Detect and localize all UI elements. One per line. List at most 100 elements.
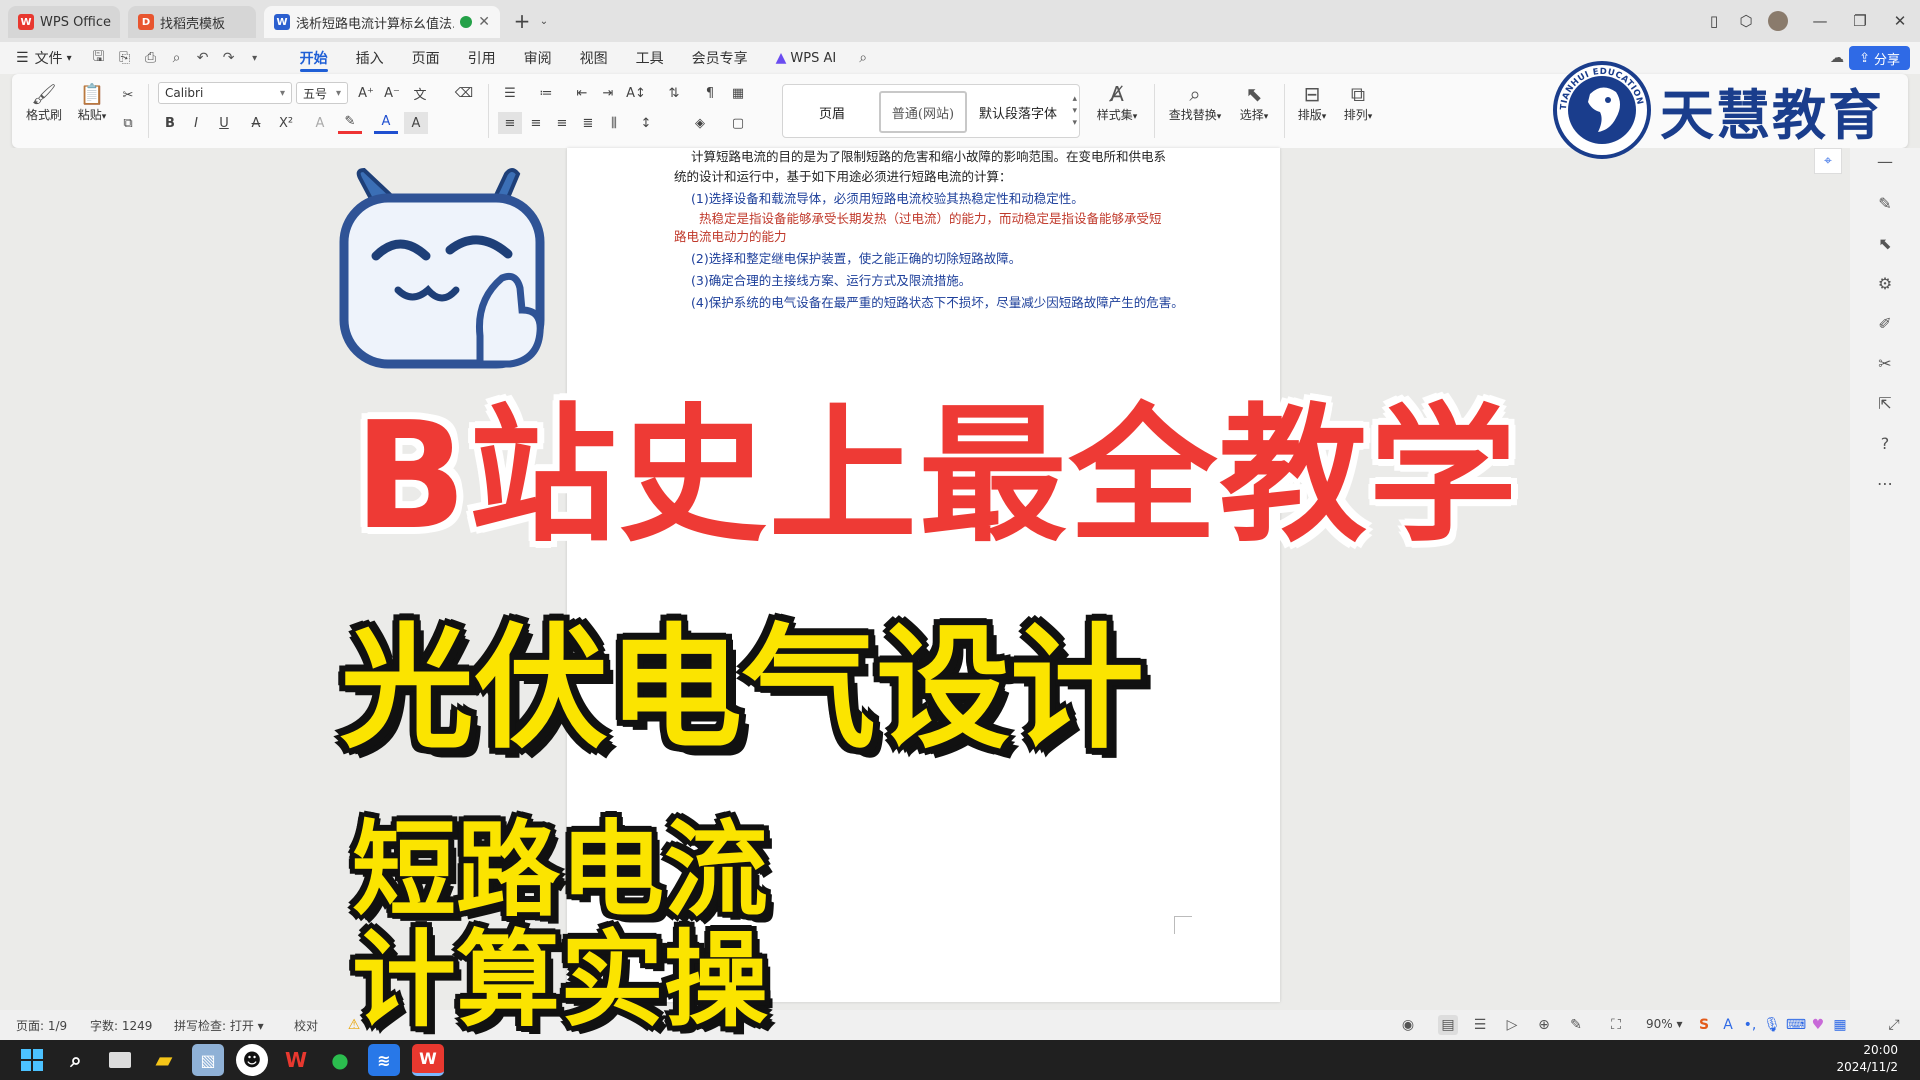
search-icon[interactable]: ⌕: [850, 42, 876, 74]
word-count[interactable]: 字数: 1249: [90, 1017, 152, 1034]
export-icon[interactable]: ⎘: [112, 42, 138, 74]
underline-icon[interactable]: U: [212, 112, 236, 134]
system-clock[interactable]: 20:00 2024/11/2: [1836, 1042, 1898, 1076]
pointer-icon[interactable]: ⬉: [1874, 232, 1896, 254]
line-spacing-icon[interactable]: ↕: [634, 112, 658, 134]
avatar[interactable]: [1764, 8, 1792, 34]
print-preview-icon[interactable]: ⌕: [164, 42, 190, 74]
redo-icon[interactable]: ↷: [216, 42, 242, 74]
menu-review[interactable]: 审阅: [510, 42, 566, 74]
font-name-select[interactable]: Calibri ▾: [158, 82, 292, 104]
char-shading-icon[interactable]: A: [404, 112, 428, 134]
play-icon[interactable]: ▷: [1502, 1015, 1522, 1035]
layout-icon[interactable]: ▯: [1700, 8, 1728, 34]
close-window-icon[interactable]: ✕: [1886, 8, 1914, 34]
doc-line[interactable]: (1)选择设备和载流导体，必须用短路电流校验其热稳定性和动稳定性。: [691, 190, 1084, 208]
toolbox-icon[interactable]: ▦: [1830, 1015, 1850, 1035]
border-icon[interactable]: ▢: [726, 112, 750, 134]
minimize-icon[interactable]: —: [1806, 8, 1834, 34]
format-painter-button[interactable]: 🖌 格式刷: [26, 82, 62, 123]
tab-docer[interactable]: D 找稻壳模板: [128, 6, 256, 38]
menu-member[interactable]: 会员专享: [678, 42, 762, 74]
outline-view-icon[interactable]: ☰: [1470, 1015, 1490, 1035]
text-effect-icon[interactable]: A: [308, 112, 332, 134]
page-indicator[interactable]: 页面: 1/9: [16, 1017, 67, 1034]
arrange-button[interactable]: ⧉ 排列▾: [1336, 82, 1380, 123]
font-color-icon[interactable]: A: [374, 112, 398, 134]
ime-language-icon[interactable]: A: [1718, 1015, 1738, 1035]
style-set-button[interactable]: A̸ 样式集▾: [1092, 82, 1142, 123]
skin-icon[interactable]: ♥: [1808, 1015, 1828, 1035]
numbered-list-icon[interactable]: ≔: [534, 82, 558, 104]
file-menu[interactable]: ☰ 文件 ▾: [0, 42, 86, 74]
save-icon[interactable]: 🖫: [86, 42, 112, 74]
microphone-icon[interactable]: 🎙: [1762, 1015, 1782, 1035]
grow-font-icon[interactable]: A⁺: [354, 82, 378, 104]
doc-line[interactable]: (2)选择和整定继电保护装置，使之能正确的切除短路故障。: [691, 250, 1021, 268]
paste-button[interactable]: 📋 粘贴▾: [72, 82, 112, 123]
start-button[interactable]: [16, 1044, 48, 1076]
font-size-select[interactable]: 五号 ▾: [296, 82, 348, 104]
tab-wps-office[interactable]: W WPS Office: [8, 6, 120, 38]
menu-tools[interactable]: 工具: [622, 42, 678, 74]
doc-line[interactable]: 热稳定是指设备能够承受长期发热（过电流）的能力，而动稳定是指设备能够承受短: [699, 210, 1162, 228]
bold-icon[interactable]: B: [158, 112, 182, 134]
shading-icon[interactable]: ◈: [688, 112, 712, 134]
print-icon[interactable]: ⎙: [138, 42, 164, 74]
align-left-icon[interactable]: ≡: [498, 112, 522, 134]
clear-format-icon[interactable]: ⌫: [452, 82, 476, 104]
restore-icon[interactable]: ❐: [1846, 8, 1874, 34]
table-border-icon[interactable]: ▦: [726, 82, 750, 104]
find-replace-button[interactable]: ⌕ 查找替换▾: [1162, 82, 1228, 123]
fit-page-icon[interactable]: ⛶: [1606, 1015, 1626, 1035]
page-view-icon[interactable]: ▤: [1438, 1015, 1458, 1035]
strikethrough-icon[interactable]: A: [244, 112, 268, 134]
file-explorer-icon[interactable]: ▰: [148, 1044, 180, 1076]
style-default-paragraph[interactable]: 默认段落字体: [971, 91, 1065, 133]
menu-references[interactable]: 引用: [454, 42, 510, 74]
justify-icon[interactable]: ≣: [576, 112, 600, 134]
sort-icon[interactable]: ⇅: [662, 82, 686, 104]
highlight-icon[interactable]: ✎: [338, 112, 362, 134]
wps-ai-button[interactable]: ▲ WPS AI: [762, 42, 851, 74]
cube-icon[interactable]: ⬡: [1732, 8, 1760, 34]
web-view-icon[interactable]: ⊕: [1534, 1015, 1554, 1035]
distribute-icon[interactable]: ⫼: [602, 112, 626, 134]
settings-sliders-icon[interactable]: ⚙: [1874, 272, 1896, 294]
copy-icon[interactable]: ⧉: [116, 112, 140, 134]
wechat-app-icon[interactable]: ●: [324, 1044, 356, 1076]
doc-line[interactable]: 计算短路电流的目的是为了限制短路的危害和缩小故障的影响范围。在变电所和供电系: [691, 148, 1166, 166]
gallery-scroll-icon[interactable]: ▴ ▾ ▾: [1072, 93, 1077, 129]
doc-line[interactable]: (4)保护系统的电气设备在最严重的短路状态下不损坏，尽量减少因短路故障产生的危害…: [691, 294, 1184, 312]
doc-line[interactable]: (3)确定合理的主接线方案、运行方式及限流措施。: [691, 272, 971, 290]
phonetic-icon[interactable]: 文: [408, 82, 432, 104]
more-chevron-icon[interactable]: ▾: [242, 42, 268, 74]
increase-indent-icon[interactable]: ⇥: [596, 82, 620, 104]
proofread-button[interactable]: 校对: [294, 1017, 318, 1034]
decrease-indent-icon[interactable]: ⇤: [570, 82, 594, 104]
sogou-ime-icon[interactable]: S: [1694, 1015, 1714, 1035]
style-header[interactable]: 页眉: [789, 91, 875, 133]
search-icon[interactable]: ⌕: [60, 1044, 92, 1076]
photos-app-icon[interactable]: ▧: [192, 1044, 224, 1076]
share-doc-icon[interactable]: ⇱: [1874, 392, 1896, 414]
more-icon[interactable]: ⋯: [1874, 472, 1896, 494]
zoom-level[interactable]: 90% ▾: [1646, 1017, 1683, 1031]
text-direction-icon[interactable]: A↕: [624, 82, 648, 104]
fullscreen-icon[interactable]: ⤢: [1884, 1015, 1904, 1035]
close-tab-icon[interactable]: ✕: [478, 14, 490, 30]
meeting-app-icon[interactable]: ≋: [368, 1044, 400, 1076]
pen-icon[interactable]: ✎: [1874, 192, 1896, 214]
undo-icon[interactable]: ↶: [190, 42, 216, 74]
show-marks-icon[interactable]: ¶: [698, 82, 722, 104]
tab-document[interactable]: W 浅析短路电流计算标幺值法.dc ✕: [264, 6, 500, 38]
punctuation-icon[interactable]: •,: [1740, 1015, 1760, 1035]
menu-page[interactable]: 页面: [398, 42, 454, 74]
keyboard-icon[interactable]: ⌨: [1786, 1015, 1806, 1035]
superscript-icon[interactable]: X²: [274, 112, 298, 134]
align-center-icon[interactable]: ≡: [524, 112, 548, 134]
help-icon[interactable]: ?: [1874, 432, 1896, 454]
align-right-icon[interactable]: ≡: [550, 112, 574, 134]
menu-insert[interactable]: 插入: [342, 42, 398, 74]
italic-icon[interactable]: I: [184, 112, 208, 134]
